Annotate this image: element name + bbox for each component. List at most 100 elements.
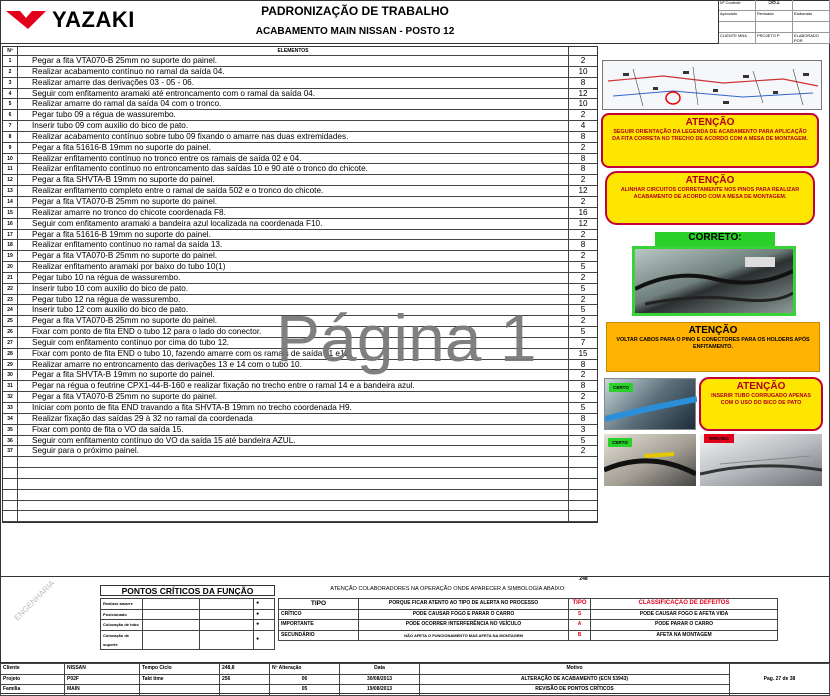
table-row: 19 Pegar a fita VTA070-B 25mm no suporte … [3, 251, 597, 263]
step-number: 11 [3, 164, 18, 175]
step-text [18, 511, 569, 522]
step-number: 30 [3, 370, 18, 381]
step-number [3, 468, 18, 478]
step-number: 32 [3, 392, 18, 402]
step-text: Inserir tubo 09 com auxilio do bico de p… [18, 121, 569, 131]
table-row: 12 Pegar a fita SHVTA-B 19mm no suporte d… [3, 175, 597, 187]
step-number: 5 [3, 99, 18, 110]
step-text: Realizar acabamento contínuo sobre tubo … [18, 131, 569, 142]
step-text: Realizar enfitamento contínuo no ramal d… [18, 240, 569, 251]
table-row: 18 Realizar enfitamento contínuo no ramal… [3, 240, 597, 252]
table-row: 16 Seguir com enfitamento aramaki a bande… [3, 218, 597, 230]
step-text: Iniciar com ponto de fita END travando a… [18, 403, 569, 413]
table-row [3, 457, 597, 469]
attention-box-align-circuits: ATENÇÃO ALINHAR CIRCUITOS CORRETAMENTE N… [605, 171, 815, 225]
correct-photo-tube: CERTO [604, 378, 697, 430]
step-time: 12 [578, 218, 588, 228]
step-number: 20 [3, 262, 18, 272]
step-number: 18 [3, 240, 18, 251]
step-number: 27 [3, 337, 18, 348]
column-header-elements: ELEMENTOS [18, 47, 569, 55]
table-row: 31 Pegar na régua o feutrine CPX1-44-B-16… [3, 381, 597, 393]
step-number: 9 [3, 142, 18, 153]
attention-box-tape-legend: ATENÇÃO SEGUIR ORIENTAÇÃO DA LEGENDA DE … [601, 113, 819, 168]
correct-label: CORRETO: [655, 232, 775, 246]
column-header-why: PORQUE FICAR ATENTO AO TIPO DE ALERTA NO… [358, 598, 569, 610]
step-number: 1 [3, 56, 18, 66]
step-time: 2 [580, 316, 586, 326]
step-text: Pegar a fita SHVTA-B 19mm no suporte do … [18, 175, 569, 186]
step-number: 2 [3, 66, 18, 77]
step-time: 4 [580, 121, 586, 131]
step-text: Pegar a fita VTA070-B 25mm no suporte do… [18, 196, 569, 207]
table-header: Nº ELEMENTOS [3, 47, 597, 56]
step-time: 7 [580, 337, 586, 347]
correct-photo-tape: CERTO [604, 434, 696, 486]
step-time: 8 [580, 240, 586, 250]
attention-box-return-cables: ATENÇÃO VOLTAR CABOS PARA O PINO E CONEC… [606, 322, 820, 372]
tube-photo-icon [605, 396, 697, 422]
wiring-diagram-icon [607, 66, 819, 107]
brand-logo: YAZAKI [6, 6, 186, 34]
step-time: 2 [580, 294, 586, 304]
brand-name: YAZAKI [52, 7, 135, 32]
step-text: Fixar com ponto de fita o VO da saída 15… [18, 424, 569, 435]
step-number: 17 [3, 229, 18, 240]
step-time [569, 457, 597, 467]
step-time: 15 [578, 348, 588, 358]
step-text: Pegar a fita VTA070-B 25mm no suporte do… [18, 251, 569, 262]
table-row: 15 Realizar amarre no tronco do chicote c… [3, 207, 597, 219]
step-text: Pegar tubo 09 a régua de wassurembo. [18, 110, 569, 121]
step-time: 10 [578, 66, 588, 76]
table-row: 4 Seguir com enfitamento aramaki até entr… [3, 88, 597, 100]
document-control-box: Nº Controle 581 Aprovado Revisado Elaborado… [718, 0, 830, 44]
step-number: 16 [3, 218, 18, 229]
table-row: 7 Inserir tubo 09 com auxilio do bico de … [3, 121, 597, 132]
table-row: 1 Pegar a fita VTA070-B 25mm no suporte d… [3, 56, 597, 67]
table-row: 5 Realizar amarre do ramal da saída 04 co… [3, 99, 597, 111]
step-number: 25 [3, 316, 18, 327]
step-time [569, 490, 597, 500]
table-row: 9 Pegar a fita 51616-B 19mm no suporte do… [3, 142, 597, 154]
step-text: Pegar na régua o feutrine CPX1-44-B-160 … [18, 381, 569, 392]
step-text: Inserir tubo 10 com auxilio do bico de p… [18, 283, 569, 294]
step-text: Realizar enfitamento aramaki por baixo d… [18, 262, 569, 272]
table-row [3, 468, 597, 479]
step-time: 8 [580, 164, 586, 174]
tape-photo-icon [604, 452, 696, 477]
table-row [3, 478, 597, 490]
step-time: 3 [580, 424, 586, 434]
step-text: Seguir para o próximo painel. [18, 446, 569, 457]
harness-board-diagram [602, 60, 822, 110]
table-row: 10 Realizar enfitamento contínuo no tronc… [3, 153, 597, 165]
column-header-class: CLASSIFICAÇÃO DE DEFEITOS [590, 598, 778, 610]
table-row: 22 Inserir tubo 10 com auxilio do bico de… [3, 283, 597, 295]
step-time: 2 [580, 142, 586, 152]
step-text: Realizar fixação das saídas 29 à 32 no r… [18, 413, 569, 424]
step-text: Realizar acabamento contínuo no ramal da… [18, 66, 569, 77]
step-text [18, 500, 569, 511]
step-time: 8 [580, 359, 586, 369]
step-number: 28 [3, 348, 18, 359]
step-text: Realizar amarre no tronco do chicote coo… [18, 207, 569, 218]
step-number: 26 [3, 327, 18, 337]
step-time: 8 [580, 77, 586, 87]
wrong-photo-icon [700, 455, 822, 476]
step-text [18, 478, 569, 489]
table-row [3, 500, 597, 512]
step-text: Realizar amarre do ramal da saída 04 com… [18, 99, 569, 110]
step-number: 14 [3, 196, 18, 207]
step-number: 12 [3, 175, 18, 186]
step-time [569, 501, 597, 511]
step-time: 2 [580, 196, 586, 206]
step-number: 35 [3, 424, 18, 435]
correct-photo [632, 246, 796, 316]
step-text: Pegar tubo 10 na régua de wassurembo. [18, 272, 569, 283]
table-row: 17 Pegar a fita 51616-B 19mm no suporte d… [3, 229, 597, 241]
step-text: Seguir com enfitamento aramaki até entro… [18, 88, 569, 99]
step-number: 31 [3, 381, 18, 392]
yazaki-logo-icon [6, 11, 46, 29]
critical-legend-left: Realizar amarre ● Posicionado ● Colocação … [100, 598, 275, 650]
table-row: 2 Realizar acabamento contínuo no ramal d… [3, 66, 597, 78]
step-time: 10 [578, 99, 588, 109]
